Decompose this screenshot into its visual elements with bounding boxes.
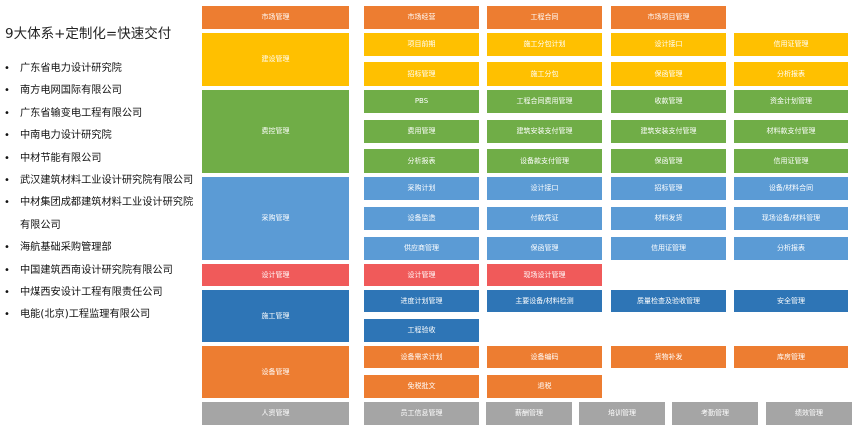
module-hr[interactable]: 薪酬管理 [486, 402, 572, 425]
module-green[interactable]: 费用管理 [364, 120, 479, 143]
category-construction[interactable]: 施工管理 [202, 290, 349, 342]
module-hr[interactable]: 员工信息管理 [364, 402, 479, 425]
module-green[interactable]: 设备款支付管理 [487, 149, 602, 173]
module-market-operation[interactable]: 市场经营 [364, 6, 479, 29]
module-yellow[interactable]: 信用证管理 [734, 33, 848, 56]
module-procurement[interactable]: 分析报表 [734, 237, 848, 260]
category-equipment[interactable]: 设备管理 [202, 346, 349, 398]
module-construction[interactable]: 主要设备/材料检测 [487, 290, 602, 312]
module-yellow[interactable]: 分析报表 [734, 62, 848, 86]
module-green[interactable]: 资金计划管理 [734, 90, 848, 113]
module-design[interactable]: 现场设计管理 [487, 264, 602, 286]
module-yellow[interactable]: 保函管理 [611, 62, 726, 86]
module-procurement[interactable]: 采购计划 [364, 177, 479, 200]
module-green[interactable]: 建筑安装支付管理 [611, 120, 726, 143]
module-equipment[interactable]: 设备编码 [487, 346, 602, 368]
module-market-project[interactable]: 市场项目管理 [611, 6, 726, 29]
module-hr[interactable]: 培训管理 [579, 402, 665, 425]
category-hr[interactable]: 人资管理 [202, 402, 349, 425]
module-yellow[interactable]: 招标管理 [364, 62, 479, 86]
category-budget-control[interactable]: 费控管理 [202, 90, 349, 173]
module-procurement[interactable]: 设计接口 [487, 177, 602, 200]
module-construction[interactable]: 工程验收 [364, 319, 479, 342]
module-procurement[interactable]: 招标管理 [611, 177, 726, 200]
module-grid: 市场管理 市场经营 工程合同 市场项目管理 建设管理 项目前期 施工分包计划 设… [0, 0, 854, 427]
module-green[interactable]: 建筑安装支付管理 [487, 120, 602, 143]
module-procurement[interactable]: 材料发货 [611, 207, 726, 230]
module-green[interactable]: 收款管理 [611, 90, 726, 113]
module-procurement[interactable]: 供应商管理 [364, 237, 479, 260]
module-yellow[interactable]: 设计接口 [611, 33, 726, 56]
category-market[interactable]: 市场管理 [202, 6, 349, 29]
module-yellow[interactable]: 施工分包 [487, 62, 602, 86]
module-equipment[interactable]: 免税批文 [364, 375, 479, 398]
module-construction[interactable]: 进度计划管理 [364, 290, 479, 312]
module-equipment[interactable]: 退税 [487, 375, 602, 398]
module-construction[interactable]: 质量检查及验收管理 [611, 290, 726, 312]
module-equipment[interactable]: 货物补发 [611, 346, 726, 368]
module-project-contract[interactable]: 工程合同 [487, 6, 602, 29]
module-green[interactable]: 工程合同费用管理 [487, 90, 602, 113]
module-equipment[interactable]: 设备需求计划 [364, 346, 479, 368]
category-construction-setup[interactable]: 建设管理 [202, 33, 349, 86]
module-green[interactable]: PBS [364, 90, 479, 113]
module-procurement[interactable]: 设备监造 [364, 207, 479, 230]
category-design[interactable]: 设计管理 [202, 264, 349, 286]
module-green[interactable]: 分析报表 [364, 149, 479, 173]
module-design[interactable]: 设计管理 [364, 264, 479, 286]
module-construction[interactable]: 安全管理 [734, 290, 848, 312]
module-procurement[interactable]: 保函管理 [487, 237, 602, 260]
module-hr[interactable]: 绩效管理 [766, 402, 852, 425]
module-hr[interactable]: 考勤管理 [672, 402, 758, 425]
module-equipment[interactable]: 库房管理 [734, 346, 848, 368]
module-yellow[interactable]: 项目前期 [364, 33, 479, 56]
module-procurement[interactable]: 设备/材料合同 [734, 177, 848, 200]
module-yellow[interactable]: 施工分包计划 [487, 33, 602, 56]
module-green[interactable]: 材料款支付管理 [734, 120, 848, 143]
module-green[interactable]: 信用证管理 [734, 149, 848, 173]
module-green[interactable]: 保函管理 [611, 149, 726, 173]
module-procurement[interactable]: 现场设备/材料管理 [734, 207, 848, 230]
category-procurement[interactable]: 采购管理 [202, 177, 349, 260]
module-procurement[interactable]: 付款凭证 [487, 207, 602, 230]
module-procurement[interactable]: 信用证管理 [611, 237, 726, 260]
